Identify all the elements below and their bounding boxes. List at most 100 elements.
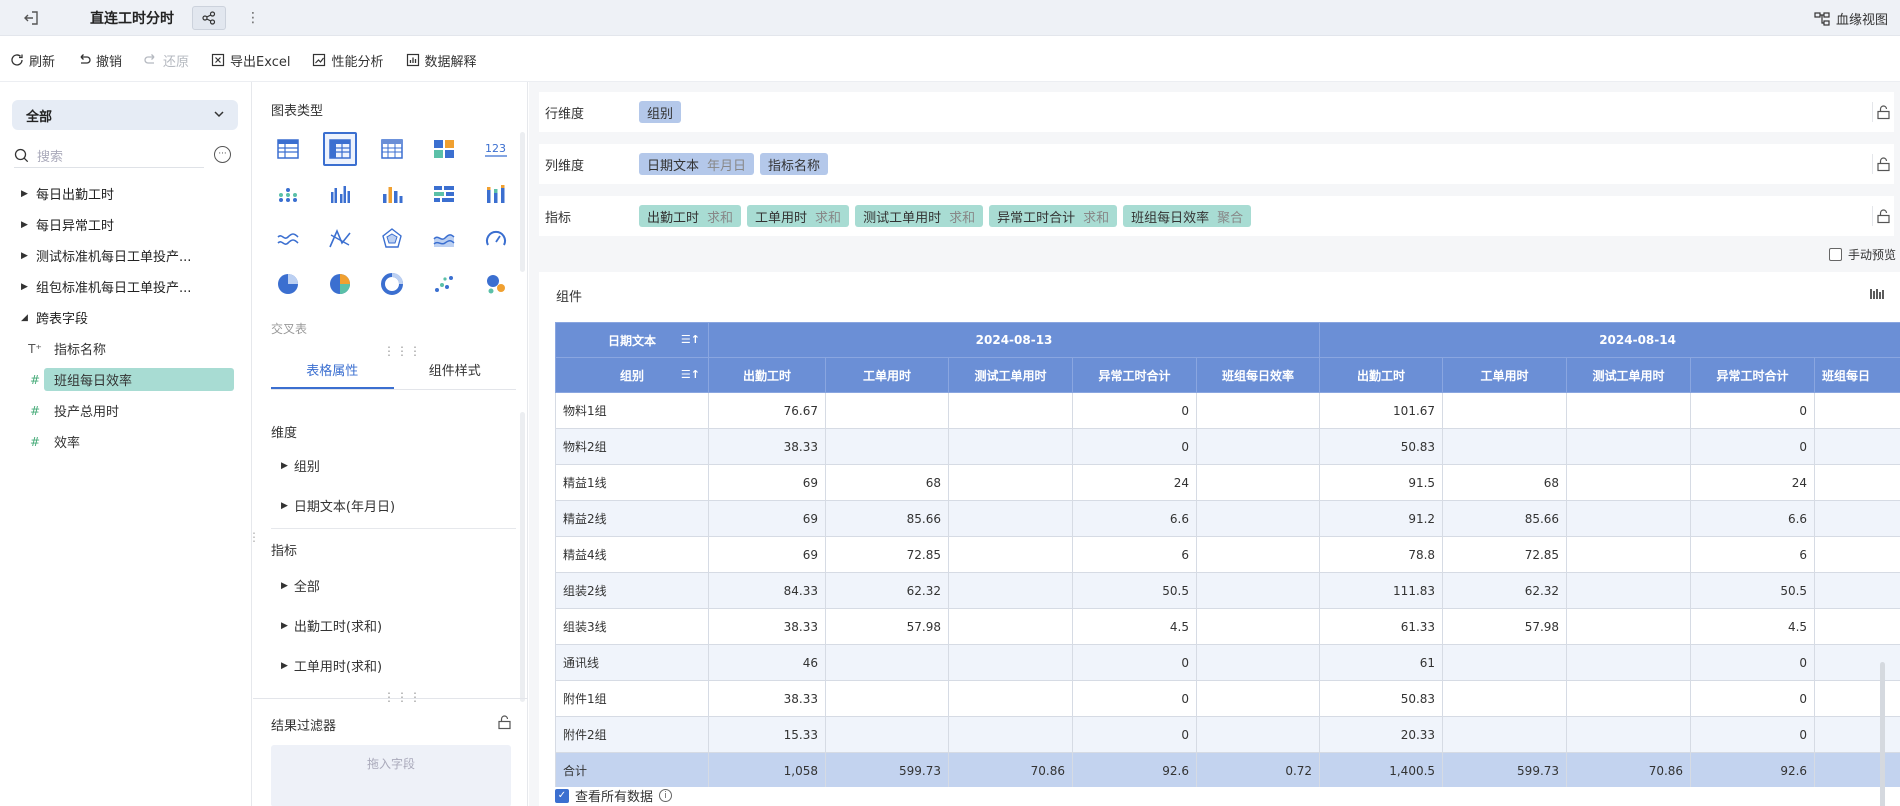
value-cell[interactable] <box>1195 716 1321 753</box>
more-menu-icon[interactable]: ⋮ <box>246 10 260 26</box>
value-cell[interactable] <box>1195 608 1321 645</box>
chart-type-gauge[interactable] <box>479 222 513 256</box>
metric-header[interactable]: 出勤工时 <box>708 357 826 393</box>
value-cell[interactable] <box>948 608 1073 645</box>
value-cell[interactable] <box>1814 752 1900 787</box>
sort-icon[interactable]: ☰↑ <box>681 368 700 381</box>
tree-node[interactable]: ▶ 测试标准机每日工单投产... <box>0 240 252 271</box>
scope-select[interactable]: 全部 <box>12 100 238 130</box>
corner-header-group[interactable]: 组别 ☰↑ <box>555 357 709 393</box>
dimension-chip[interactable]: 组别 <box>639 101 682 123</box>
data-explain-button[interactable]: 数据解释 <box>406 51 477 70</box>
value-cell[interactable] <box>1566 428 1692 465</box>
lock-icon[interactable] <box>1872 102 1894 122</box>
field-item[interactable]: # 投产总用时 <box>0 395 252 426</box>
chart-type-table[interactable] <box>271 132 305 166</box>
tree-node[interactable]: ▶ 组包标准机每日工单投产... <box>0 271 252 302</box>
value-cell[interactable] <box>1814 608 1900 645</box>
chart-type-bar[interactable] <box>375 177 409 211</box>
value-cell[interactable] <box>1442 644 1568 681</box>
value-cell[interactable]: 0 <box>1072 428 1197 465</box>
measure-bar[interactable]: 指标 出勤工时 求和 工单用时 求和 测试工单用时 求和 异常工时合计 求和 班组每日效… <box>539 196 1894 236</box>
chart-type-grouped-bar[interactable] <box>323 177 357 211</box>
field-item-selected[interactable]: # 班组每日效率 <box>0 364 252 395</box>
chart-type-line[interactable] <box>271 222 305 256</box>
value-cell[interactable] <box>1814 500 1900 537</box>
value-cell[interactable] <box>1566 644 1692 681</box>
value-cell[interactable] <box>1195 536 1321 573</box>
measure-chip[interactable]: 测试工单用时 求和 <box>855 205 984 227</box>
value-cell[interactable]: 101.67 <box>1319 392 1444 429</box>
value-cell[interactable] <box>948 464 1073 501</box>
value-cell[interactable]: 57.98 <box>825 608 949 645</box>
value-cell[interactable] <box>1814 644 1900 681</box>
value-cell[interactable]: 20.33 <box>1319 716 1444 753</box>
value-cell[interactable] <box>1195 644 1321 681</box>
undo-button[interactable]: 撤销 <box>77 51 122 70</box>
value-cell[interactable]: 92.6 <box>1690 752 1816 787</box>
row-group-cell[interactable]: 合计 <box>555 752 709 787</box>
value-cell[interactable]: 68 <box>825 464 949 501</box>
value-cell[interactable]: 4.5 <box>1690 608 1816 645</box>
value-cell[interactable]: 0.72 <box>1195 752 1321 787</box>
row-group-cell[interactable]: 精益1线 <box>555 464 709 501</box>
value-cell[interactable] <box>948 500 1073 537</box>
chart-type-scatter[interactable] <box>427 267 461 301</box>
measure-chip[interactable]: 异常工时合计 求和 <box>989 205 1118 227</box>
measure-item[interactable]: ▶ 工单用时(求和) <box>281 656 382 675</box>
dimension-item[interactable]: ▶ 日期文本(年月日) <box>281 496 395 515</box>
info-icon[interactable]: i <box>659 789 673 802</box>
value-cell[interactable]: 57.98 <box>1442 608 1568 645</box>
value-cell[interactable] <box>1814 572 1900 609</box>
value-cell[interactable]: 0 <box>1690 680 1816 717</box>
chart-type-crosstab[interactable] <box>323 132 357 166</box>
value-cell[interactable] <box>1442 428 1568 465</box>
value-cell[interactable]: 0 <box>1690 644 1816 681</box>
value-cell[interactable] <box>1566 536 1692 573</box>
row-group-cell[interactable]: 附件1组 <box>555 680 709 717</box>
value-cell[interactable] <box>1566 572 1692 609</box>
value-cell[interactable] <box>1566 680 1692 717</box>
value-cell[interactable] <box>1195 428 1321 465</box>
value-cell[interactable]: 62.32 <box>1442 572 1568 609</box>
value-cell[interactable] <box>1442 716 1568 753</box>
filter-dropzone[interactable]: 拖入字段 <box>271 745 511 806</box>
scrollbar[interactable] <box>520 412 525 702</box>
value-cell[interactable]: 69 <box>708 500 826 537</box>
value-cell[interactable]: 72.85 <box>825 536 949 573</box>
row-group-cell[interactable]: 物料2组 <box>555 428 709 465</box>
value-cell[interactable]: 69 <box>708 464 826 501</box>
column-dimension-bar[interactable]: 列维度 日期文本 年月日 指标名称 <box>539 144 1894 184</box>
checkbox-checked[interactable]: ✓ <box>555 788 569 803</box>
row-group-cell[interactable]: 组装3线 <box>555 608 709 645</box>
value-cell[interactable]: 50.83 <box>1319 428 1444 465</box>
value-cell[interactable]: 84.33 <box>708 572 826 609</box>
metric-header[interactable]: 异常工时合计 <box>1072 357 1197 393</box>
scrollbar[interactable] <box>520 132 525 272</box>
value-cell[interactable]: 6.6 <box>1690 500 1816 537</box>
value-cell[interactable] <box>1442 680 1568 717</box>
row-dimension-bar[interactable]: 行维度 组别 <box>539 92 1894 132</box>
sort-icon[interactable]: ☰↑ <box>681 333 700 346</box>
value-cell[interactable]: 6.6 <box>1072 500 1197 537</box>
lock-icon[interactable] <box>1872 206 1894 226</box>
value-cell[interactable]: 70.86 <box>948 752 1073 787</box>
value-cell[interactable] <box>948 572 1073 609</box>
metric-header[interactable]: 异常工时合计 <box>1690 357 1816 393</box>
value-cell[interactable]: 38.33 <box>708 680 826 717</box>
value-cell[interactable] <box>1195 680 1321 717</box>
export-excel-button[interactable]: 导出Excel <box>211 51 290 70</box>
metric-header[interactable]: 测试工单用时 <box>1566 357 1692 393</box>
row-group-cell[interactable]: 精益2线 <box>555 500 709 537</box>
value-cell[interactable]: 78.8 <box>1319 536 1444 573</box>
value-cell[interactable]: 46 <box>708 644 826 681</box>
chart-type-stacked-bar[interactable] <box>479 177 513 211</box>
dimension-chip[interactable]: 指标名称 <box>760 153 829 175</box>
dimension-item[interactable]: ▶ 组别 <box>281 456 320 475</box>
value-cell[interactable]: 24 <box>1690 464 1816 501</box>
value-cell[interactable] <box>825 680 949 717</box>
value-cell[interactable] <box>948 392 1073 429</box>
row-group-cell[interactable]: 物料1组 <box>555 392 709 429</box>
chart-type-horizontal-bar[interactable] <box>427 177 461 211</box>
refresh-button[interactable]: 刷新 <box>10 51 55 70</box>
